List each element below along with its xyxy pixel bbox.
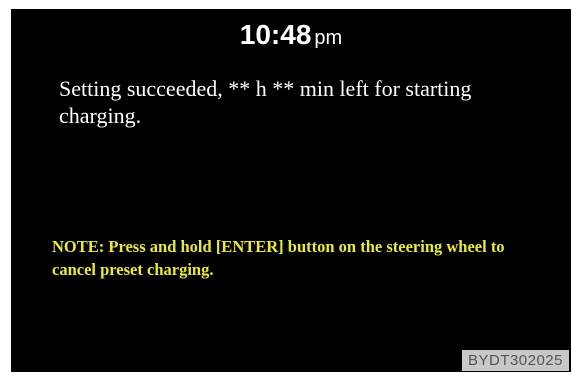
instrument-display-screen: 10:48 pm Setting succeeded, ** h ** min l… [11, 9, 571, 372]
image-code-label: BYDT302025 [461, 350, 569, 371]
charging-status-message: Setting succeeded, ** h ** min left for … [59, 76, 472, 128]
clock-ampm: pm [314, 27, 343, 49]
clock: 10:48 pm [11, 19, 571, 51]
cancel-charging-note: NOTE: Press and hold [ENTER] button on t… [52, 237, 505, 279]
clock-time: 10:48 [239, 19, 312, 50]
